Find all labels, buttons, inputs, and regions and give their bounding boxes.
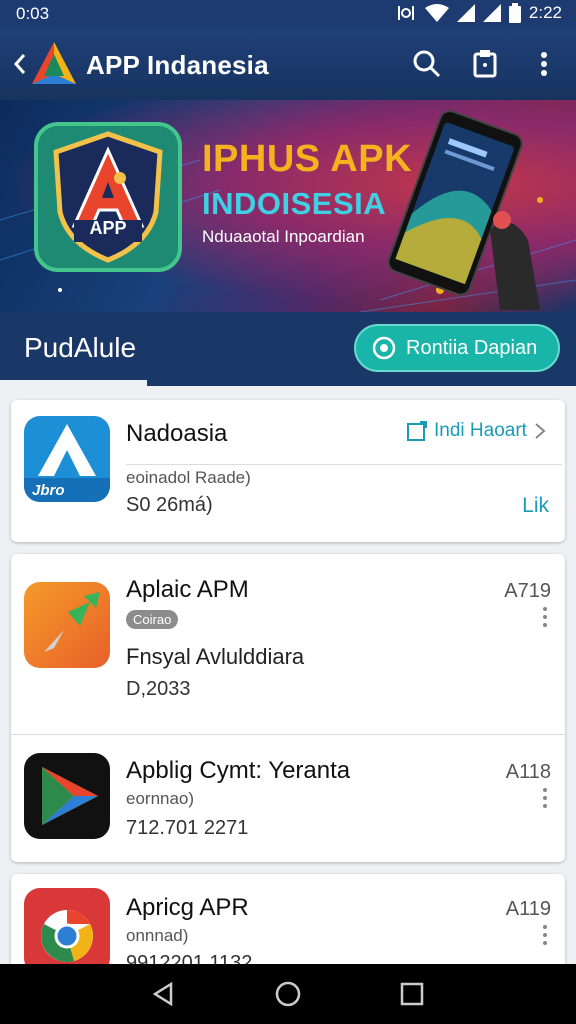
action-pill-button[interactable]: Rontiia Dapian: [354, 324, 560, 372]
app-version: A119: [505, 898, 551, 920]
promo-banner[interactable]: APP IPHUS APK INDOISESIA Nduaaotal Inpoa…: [0, 100, 576, 312]
back-nav-icon[interactable]: [149, 980, 177, 1008]
app-icon-caption: Jbro: [32, 482, 65, 499]
tab-active[interactable]: PudAlule: [24, 332, 136, 364]
app-badge-logo: APP: [34, 122, 182, 272]
more-icon[interactable]: [541, 924, 549, 946]
tab-bar: PudAlule Rontiia Dapian: [0, 312, 576, 386]
app-name: Apricg APR: [126, 894, 249, 921]
shield-icon: [53, 131, 163, 263]
chrome-icon: [41, 910, 93, 962]
app-logo-icon: [32, 42, 76, 84]
tab-indicator: [0, 380, 147, 386]
clipboard-icon[interactable]: [467, 46, 503, 82]
home-nav-icon[interactable]: [274, 980, 302, 1008]
system-nav-bar: [0, 964, 576, 1024]
search-icon[interactable]: [409, 46, 445, 82]
phone-illustration: [387, 110, 540, 310]
install-button[interactable]: Indi Haoart: [406, 420, 547, 442]
status-bar: 0:03 2:22: [0, 0, 576, 28]
chevron-right-icon: [535, 423, 546, 439]
app-card[interactable]: Jbro Nadoasia eoinadol Raade) S0 26má) I…: [11, 400, 565, 542]
status-clock-right: 2:22: [528, 3, 562, 22]
back-icon[interactable]: [10, 49, 30, 79]
app-tag-badge: Coirao: [126, 610, 179, 629]
banner-subtitle: Nduaaotal Inpoardian: [202, 227, 365, 246]
app-meta: 712.701 2271: [126, 817, 249, 839]
app-icon-apblig: [24, 753, 110, 839]
more-icon[interactable]: [526, 46, 562, 82]
install-icon: [407, 421, 427, 441]
badge-label: APP: [89, 218, 127, 238]
signal-icon: [456, 4, 475, 22]
arrow-icon: [42, 592, 100, 652]
app-version: A118: [505, 761, 551, 783]
card-divider: [126, 464, 562, 465]
app-size: S0 26má): [126, 494, 213, 516]
app-subtitle: eoinadol Raade): [126, 468, 251, 487]
app-icon-apricg: [24, 888, 110, 974]
more-icon[interactable]: [541, 787, 549, 809]
app-icon-aplaic: [24, 582, 110, 668]
app-version: A719: [504, 580, 551, 602]
app-name: Aplaic APM: [126, 576, 249, 603]
battery-icon: [508, 3, 521, 23]
app-meta: D,2033: [126, 678, 191, 700]
status-time: 0:03: [16, 4, 50, 23]
app-icon-nadoasia: Jbro: [24, 416, 110, 502]
app-list-card: Aplaic APM Coirao Fnsyal Avlulddiara D,2…: [11, 554, 565, 862]
install-label: Indi Haoart: [434, 420, 527, 441]
action-pill-label: Rontiia Dapian: [406, 336, 538, 359]
wifi-icon: [424, 4, 449, 22]
play-icon: [42, 767, 98, 825]
app-publisher: Fnsyal Avlulddiara: [126, 644, 305, 669]
recents-nav-icon[interactable]: [398, 980, 426, 1008]
app-name: Nadoasia: [126, 420, 228, 447]
app-bar: APP Indanesia: [0, 28, 576, 100]
app-title: APP Indanesia: [86, 50, 269, 80]
nfc-icon: [397, 6, 414, 20]
gear-icon: [372, 336, 396, 360]
list-item[interactable]: Apblig Cymt: Yeranta eornnao) 712.701 22…: [11, 735, 565, 862]
app-subtitle: onnnad): [126, 926, 189, 945]
app-name: Apblig Cymt: Yeranta: [126, 757, 351, 784]
signal-icon-2: [482, 4, 501, 22]
banner-headline-2: INDOISESIA: [202, 186, 387, 221]
link-button[interactable]: Lik: [522, 494, 549, 518]
list-item[interactable]: Aplaic APM Coirao Fnsyal Avlulddiara D,2…: [11, 554, 565, 734]
more-icon[interactable]: [541, 606, 549, 628]
app-subtitle: eornnao): [126, 789, 195, 808]
